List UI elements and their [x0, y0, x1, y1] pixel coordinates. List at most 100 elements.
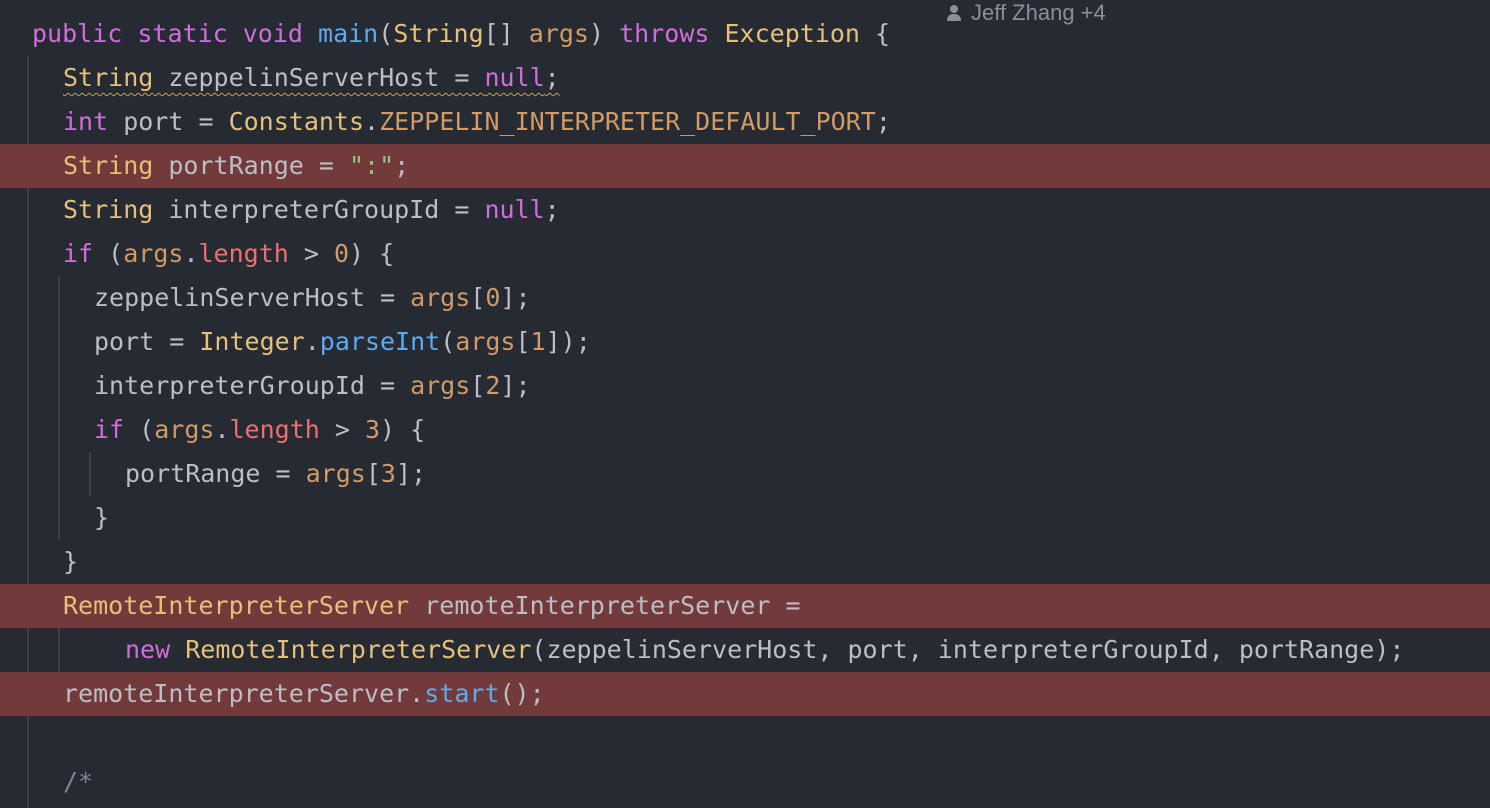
code-token: ) {	[380, 415, 426, 444]
code-token: null	[484, 195, 545, 224]
code-line[interactable]: if (args.length > 3) {	[0, 408, 1490, 452]
code-token: main	[318, 19, 379, 48]
code-token: throws	[619, 19, 710, 48]
code-line[interactable]: portRange = args[3];	[0, 452, 1490, 496]
code-text: if (args.length > 3) {	[94, 408, 425, 452]
code-token: RemoteInterpreterServer	[63, 591, 410, 620]
code-token: portRange =	[125, 459, 306, 488]
code-text: if (args.length > 0) {	[63, 232, 394, 276]
code-token: .	[304, 327, 320, 356]
code-token: .	[214, 415, 230, 444]
code-text: String interpreterGroupId = null;	[63, 188, 560, 232]
code-token: interpreterGroupId =	[94, 371, 411, 400]
code-line[interactable]: RemoteInterpreterServer remoteInterprete…	[0, 584, 1490, 628]
code-token: (	[440, 327, 456, 356]
blame-author: Jeff Zhang +4	[971, 0, 1106, 25]
code-line[interactable]: zeppelinServerHost = args[0];	[0, 276, 1490, 320]
code-token: ;	[544, 195, 560, 224]
code-token: void	[242, 19, 303, 48]
code-token: 2	[485, 371, 501, 400]
code-token: ];	[395, 459, 427, 488]
code-token: (zeppelinServerHost, port, interpreterGr…	[531, 635, 1405, 664]
code-text: public static void main(String[] args) t…	[32, 12, 890, 56]
code-token: args	[455, 327, 516, 356]
person-icon	[946, 4, 962, 22]
code-text: int port = Constants.ZEPPELIN_INTERPRETE…	[63, 100, 891, 144]
code-line[interactable]: interpreterGroupId = args[2];	[0, 364, 1490, 408]
code-token: args	[528, 19, 589, 48]
code-token: /*	[63, 767, 94, 796]
code-token: .	[183, 239, 199, 268]
code-token: length	[198, 239, 289, 268]
code-token: portRange =	[153, 151, 349, 180]
code-text: String portRange = ":";	[63, 144, 409, 188]
code-line[interactable]: int port = Constants.ZEPPELIN_INTERPRETE…	[0, 100, 1490, 144]
code-token: String zeppelinServerHost = null;	[63, 63, 560, 92]
code-line[interactable]: public static void main(String[] args) t…	[0, 12, 1490, 56]
code-token: Constants	[228, 107, 365, 136]
code-text: /*	[63, 760, 93, 804]
code-text: portRange = args[3];	[125, 452, 426, 496]
code-token: >	[288, 239, 334, 268]
code-token: Integer	[199, 327, 305, 356]
code-token: 0	[333, 239, 350, 268]
code-token: new	[125, 635, 171, 664]
code-token: remoteInterpreterServer.	[63, 679, 425, 708]
code-line[interactable]: port = Integer.parseInt(args[1]);	[0, 320, 1490, 364]
code-token: port =	[108, 107, 229, 136]
code-token: []	[483, 19, 529, 48]
code-token: args	[410, 283, 471, 312]
code-line[interactable]: remoteInterpreterServer.start();	[0, 672, 1490, 716]
code-token: String	[63, 195, 154, 224]
code-line[interactable]: if (args.length > 0) {	[0, 232, 1490, 276]
code-token: length	[229, 415, 320, 444]
code-token: public	[32, 19, 123, 48]
git-blame-annotation[interactable]: Jeff Zhang +4	[946, 0, 1106, 26]
code-editor[interactable]: public static void main(String[] args) t…	[0, 0, 1490, 808]
code-text: zeppelinServerHost = args[0];	[94, 276, 531, 320]
code-token: .	[364, 107, 380, 136]
code-token: 0	[485, 283, 501, 312]
code-line[interactable]	[0, 716, 1490, 760]
code-token: String	[393, 19, 484, 48]
code-token: ;	[394, 151, 410, 180]
code-line[interactable]: String portRange = ":";	[0, 144, 1490, 188]
code-token: (	[124, 415, 155, 444]
code-token: 3	[380, 459, 396, 488]
code-line[interactable]: String zeppelinServerHost = null;	[0, 56, 1490, 100]
code-text: String zeppelinServerHost = null;	[63, 56, 560, 100]
code-token: (	[93, 239, 124, 268]
code-token: [	[365, 459, 381, 488]
code-token: ;	[875, 107, 891, 136]
code-token: [	[470, 283, 486, 312]
code-token: static	[137, 19, 228, 48]
code-line[interactable]: /*	[0, 760, 1490, 804]
code-line[interactable]: String interpreterGroupId = null;	[0, 188, 1490, 232]
code-text: RemoteInterpreterServer remoteInterprete…	[63, 584, 801, 628]
code-text: interpreterGroupId = args[2];	[94, 364, 531, 408]
code-token: interpreterGroupId =	[153, 195, 485, 224]
code-token: RemoteInterpreterServer	[185, 635, 532, 664]
code-token: args	[123, 239, 184, 268]
code-token: if	[63, 239, 94, 268]
code-line[interactable]: }	[0, 540, 1490, 584]
code-text: new RemoteInterpreterServer(zeppelinServ…	[125, 628, 1404, 672]
code-token: )	[589, 19, 620, 48]
code-token: start	[424, 679, 500, 708]
code-token: (	[378, 19, 394, 48]
code-text: }	[94, 496, 109, 540]
code-line[interactable]: }	[0, 496, 1490, 540]
code-token: {	[859, 19, 891, 48]
code-token: }	[94, 503, 110, 532]
code-token: int	[63, 107, 109, 136]
code-token: >	[319, 415, 365, 444]
code-token: }	[63, 547, 79, 576]
code-token: ) {	[349, 239, 395, 268]
code-line[interactable]: new RemoteInterpreterServer(zeppelinServ…	[0, 628, 1490, 672]
code-token: zeppelinServerHost =	[94, 283, 411, 312]
